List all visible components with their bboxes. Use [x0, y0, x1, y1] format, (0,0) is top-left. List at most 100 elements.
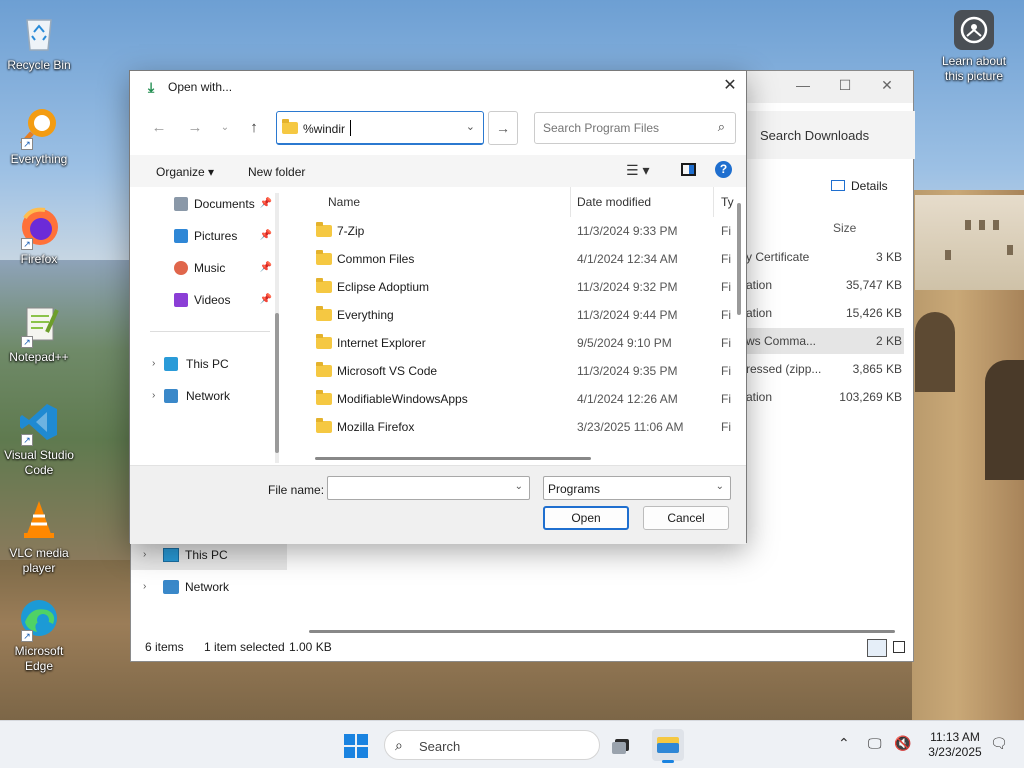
cell-size: 3,865 KB [852, 362, 902, 376]
pin-icon[interactable]: 📌 [260, 253, 272, 283]
table-row-selected[interactable]: ws Comma... 2 KB [746, 328, 904, 354]
task-view-icon[interactable] [606, 729, 638, 761]
column-header-size[interactable]: Size [833, 221, 856, 235]
list-item[interactable]: Internet Explorer 9/5/2024 9:10 PM Fi [296, 329, 736, 357]
chevron-down-icon[interactable]: ⌄ [515, 481, 523, 492]
pin-icon[interactable]: 📌 [260, 221, 272, 251]
sidebar-item-pictures[interactable]: Pictures 📌 [138, 221, 278, 251]
search-box[interactable]: ⌕ [534, 112, 736, 144]
forward-arrow-icon[interactable]: → [184, 117, 206, 139]
new-folder-button[interactable]: New folder [248, 165, 305, 179]
desktop-icon-learn-picture[interactable]: Learn about this picture [936, 10, 1012, 84]
list-item[interactable]: Common Files 4/1/2024 12:34 AM Fi [296, 245, 736, 273]
table-row[interactable]: ation 15,426 KB [746, 300, 904, 326]
chevron-right-icon[interactable]: › [152, 349, 155, 379]
table-row[interactable]: ressed (zipp... 3,865 KB [746, 356, 904, 382]
horizontal-scrollbar[interactable] [315, 457, 591, 460]
desktop-icon-notepadpp[interactable]: ↗ Notepad++ [1, 302, 77, 365]
search-input[interactable] [543, 121, 703, 135]
column-header-name[interactable]: Name [328, 195, 360, 209]
list-item[interactable]: ModifiableWindowsApps 4/1/2024 12:26 AM Fi [296, 385, 736, 413]
pin-icon[interactable]: 📌 [260, 285, 272, 315]
clock[interactable]: 11:13 AM 3/23/2025 [920, 730, 990, 760]
file-date: 4/1/2024 12:34 AM [577, 252, 678, 266]
vertical-scrollbar[interactable] [737, 203, 741, 453]
list-item[interactable]: 7-Zip 11/3/2024 9:33 PM Fi [296, 217, 736, 245]
chevron-down-icon[interactable]: ⌄ [466, 120, 475, 133]
column-divider[interactable] [713, 187, 714, 217]
up-arrow-icon[interactable]: ↑ [243, 117, 265, 139]
table-row[interactable]: ation 103,269 KB [746, 384, 904, 410]
column-divider[interactable] [570, 187, 571, 217]
file-explorer-icon[interactable] [652, 729, 684, 763]
desktop-icon-vlc[interactable]: VLC media player [1, 498, 77, 576]
sidebar-item-this-pc[interactable]: › This PC [131, 540, 287, 570]
tiles-view-icon[interactable] [893, 641, 905, 653]
sidebar-item-this-pc[interactable]: › This PC [138, 349, 278, 379]
volume-muted-icon[interactable]: 🔇 [894, 735, 911, 752]
desktop-icon-edge[interactable]: ↗ Microsoft Edge [1, 596, 77, 674]
shortcut-arrow-icon: ↗ [21, 138, 33, 150]
sidebar-item-documents[interactable]: Documents 📌 [138, 189, 278, 219]
pin-icon[interactable]: 📌 [260, 189, 272, 219]
explorer-search-placeholder[interactable]: Search Downloads [760, 128, 869, 143]
list-item[interactable]: Eclipse Adoptium 11/3/2024 9:32 PM Fi [296, 273, 736, 301]
network-status-icon[interactable]: 🖵 [868, 735, 882, 752]
recent-locations-chevron-icon[interactable]: ⌄ [214, 117, 236, 139]
address-bar[interactable]: %windir ⌄ [276, 111, 484, 145]
minimize-icon[interactable]: — [783, 77, 823, 97]
file-type: Fi [721, 420, 731, 434]
column-header-type[interactable]: Ty [721, 195, 734, 209]
desktop-icon-vscode[interactable]: ↗ Visual Studio Code [1, 400, 77, 478]
file-name-input[interactable] [332, 481, 502, 495]
file-name: ModifiableWindowsApps [337, 392, 468, 406]
sidebar-item-network[interactable]: › Network [131, 572, 287, 602]
windows-start-icon[interactable] [344, 734, 368, 758]
close-icon[interactable]: ✕ [867, 77, 907, 97]
list-item[interactable]: Microsoft VS Code 11/3/2024 9:35 PM Fi [296, 357, 736, 385]
open-button[interactable]: Open [543, 506, 629, 530]
organize-button[interactable]: Organize ▾ [156, 165, 214, 179]
music-icon [174, 261, 188, 275]
list-item[interactable]: Everything 11/3/2024 9:44 PM Fi [296, 301, 736, 329]
help-icon[interactable]: ? [715, 161, 732, 178]
file-type: Fi [721, 280, 731, 294]
desktop-icon-recycle-bin[interactable]: Recycle Bin [1, 10, 77, 73]
table-row[interactable]: y Certificate 3 KB [746, 244, 904, 270]
navigation-scrollbar[interactable] [275, 193, 279, 463]
show-hidden-icons-chevron-icon[interactable]: ⌃ [838, 735, 850, 752]
this-pc-icon [164, 357, 178, 371]
list-item[interactable]: Mozilla Firefox 3/23/2025 11:06 AM Fi [296, 413, 736, 441]
preview-pane-icon[interactable] [681, 163, 696, 176]
view-options-icon[interactable]: ☰ ▾ [626, 162, 649, 179]
notification-icon[interactable]: 🗨 [990, 735, 1008, 752]
column-header-date[interactable]: Date modified [577, 195, 651, 209]
close-icon[interactable]: ✕ [714, 71, 746, 101]
details-view-icon[interactable] [867, 639, 887, 657]
table-row[interactable]: ation 35,747 KB [746, 272, 904, 298]
address-input[interactable]: %windir [303, 122, 345, 136]
search-icon[interactable]: ⌕ [718, 119, 725, 135]
file-name-combobox[interactable]: ⌄ [327, 476, 530, 500]
back-arrow-icon[interactable]: ← [148, 117, 170, 139]
chevron-right-icon[interactable]: › [143, 572, 146, 602]
chevron-right-icon[interactable]: › [143, 540, 146, 570]
scrollbar-thumb[interactable] [275, 313, 279, 453]
sidebar-item-videos[interactable]: Videos 📌 [138, 285, 278, 315]
sidebar-item-network[interactable]: › Network [138, 381, 278, 411]
file-name: Everything [337, 308, 394, 322]
taskbar-search[interactable]: ⌕ Search [384, 730, 600, 760]
dialog-titlebar: ⤓ Open with... ✕ [130, 71, 746, 103]
desktop-icon-firefox[interactable]: ↗ Firefox [1, 204, 77, 267]
file-type-select[interactable]: Programs ⌄ [543, 476, 731, 500]
go-arrow-icon[interactable]: → [488, 111, 518, 145]
chevron-right-icon[interactable]: › [152, 381, 155, 411]
cancel-button[interactable]: Cancel [643, 506, 729, 530]
dialog-footer: File name: ⌄ Programs ⌄ Open Cancel [130, 465, 746, 544]
sidebar-item-music[interactable]: Music 📌 [138, 253, 278, 283]
maximize-icon[interactable]: ☐ [825, 77, 865, 97]
details-button[interactable]: Details [831, 179, 888, 193]
scrollbar-thumb[interactable] [737, 203, 741, 315]
desktop-icon-everything[interactable]: ↗ Everything [1, 104, 77, 167]
chevron-down-icon[interactable]: ⌄ [716, 481, 724, 492]
